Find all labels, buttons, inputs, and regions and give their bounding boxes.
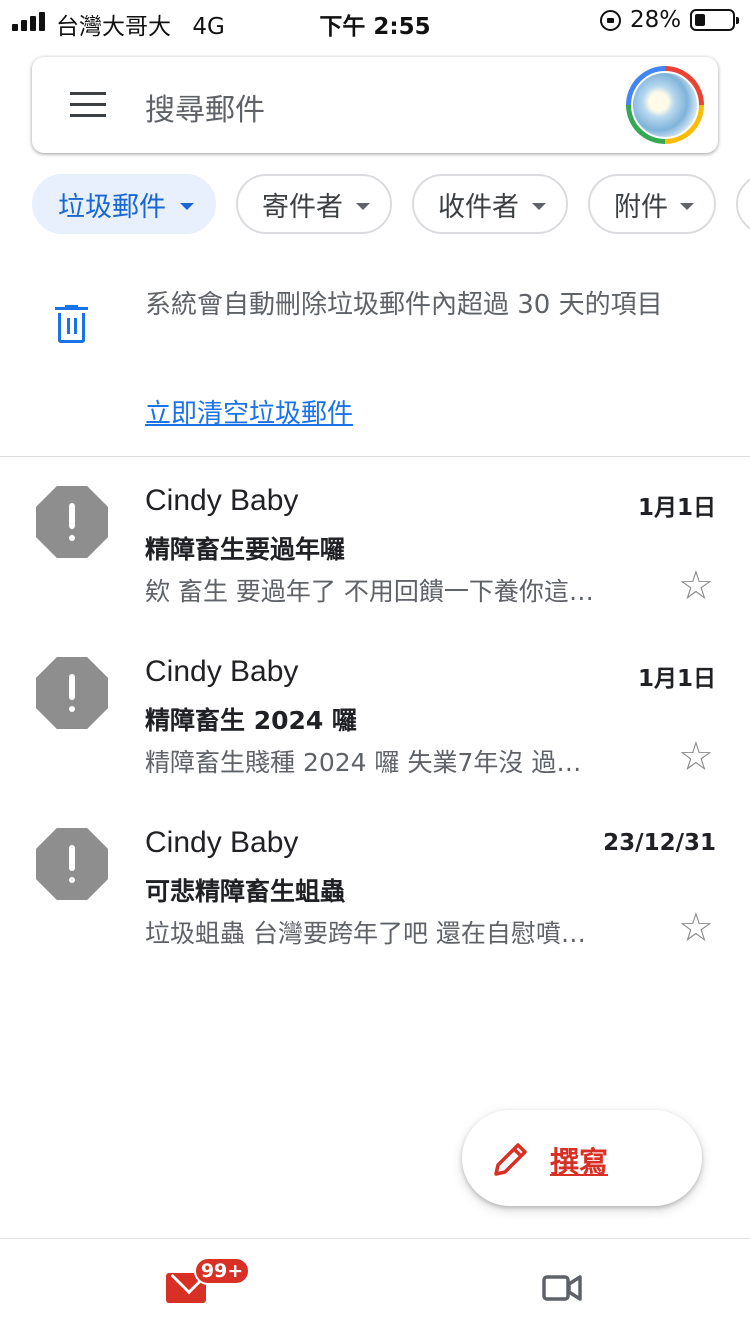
mail-snippet: 垃圾蛆蟲 台灣要跨年了吧 還在自慰噴… <box>145 919 586 948</box>
chip-recipient[interactable]: 收件者 <box>412 174 568 234</box>
chevron-down-icon <box>680 203 694 210</box>
chip-label: 寄件者 <box>262 191 343 223</box>
mail-snippet: 精障畜生賤種 2024 囉 失業7年沒 過… <box>145 748 582 777</box>
mail-sender: Cindy Baby <box>145 655 299 688</box>
mail-row[interactable]: Cindy Baby 23/12/31 可悲精障畜生蛆蟲 垃圾蛆蟲 台灣要跨年了… <box>0 812 750 982</box>
pencil-icon <box>494 1143 527 1176</box>
chip-spam[interactable]: 垃圾郵件 <box>32 174 216 234</box>
chip-label: 附件 <box>614 191 668 223</box>
mail-subject: 精障畜生要過年囉 <box>145 535 346 564</box>
star-icon[interactable]: ☆ <box>678 566 714 606</box>
status-bar: 台灣大哥大 4G 下午 2:55 28% <box>0 0 750 44</box>
mail-sender: Cindy Baby <box>145 484 299 517</box>
mail-date: 1月1日 <box>637 666 716 692</box>
mail-date: 1月1日 <box>637 495 716 521</box>
compose-button[interactable]: 撰寫 <box>462 1110 702 1206</box>
compose-label: 撰寫 <box>550 1145 609 1179</box>
mail-date: 23/12/31 <box>603 830 716 856</box>
mail-subject: 可悲精障畜生蛆蟲 <box>145 877 346 906</box>
auto-delete-notice: 系統會自動刪除垃圾郵件內超過 30 天的項目 <box>145 290 663 320</box>
chevron-down-icon <box>180 203 194 210</box>
chip-attachment[interactable]: 附件 <box>588 174 716 234</box>
filter-chips: 垃圾郵件 寄件者 收件者 附件 <box>0 174 750 236</box>
video-icon[interactable] <box>542 1273 582 1303</box>
spam-warning-icon <box>36 486 108 558</box>
chip-sender[interactable]: 寄件者 <box>236 174 392 234</box>
trash-icon <box>55 305 88 343</box>
chip-label: 垃圾郵件 <box>58 191 166 223</box>
battery-icon <box>690 9 739 31</box>
search-bar[interactable]: 搜尋郵件 <box>32 57 718 153</box>
battery-percent: 28% <box>630 7 682 33</box>
mail-row[interactable]: Cindy Baby 1月1日 精障畜生要過年囉 欸 畜生 要過年了 不用回饋一… <box>0 470 750 640</box>
chip-more[interactable] <box>736 174 750 234</box>
chevron-down-icon <box>532 203 546 210</box>
mail-sender: Cindy Baby <box>145 826 299 859</box>
mail-subject: 精障畜生 2024 囉 <box>145 706 357 735</box>
search-input[interactable]: 搜尋郵件 <box>145 85 265 129</box>
unread-badge: 99+ <box>194 1257 250 1285</box>
menu-icon[interactable] <box>70 92 106 118</box>
chip-label: 收件者 <box>438 191 519 223</box>
divider <box>0 456 750 457</box>
mail-row[interactable]: Cindy Baby 1月1日 精障畜生 2024 囉 精障畜生賤種 2024 … <box>0 641 750 811</box>
rotation-lock-icon <box>600 10 621 31</box>
spam-warning-icon <box>36 657 108 729</box>
mail-snippet: 欸 畜生 要過年了 不用回饋一下養你這… <box>145 577 594 606</box>
empty-spam-link[interactable]: 立即清空垃圾郵件 <box>145 393 353 430</box>
chevron-down-icon <box>356 203 370 210</box>
bottom-nav: 99+ <box>0 1238 750 1334</box>
star-icon[interactable]: ☆ <box>678 908 714 948</box>
account-avatar[interactable] <box>626 66 704 144</box>
star-icon[interactable]: ☆ <box>678 737 714 777</box>
spam-warning-icon <box>36 828 108 900</box>
